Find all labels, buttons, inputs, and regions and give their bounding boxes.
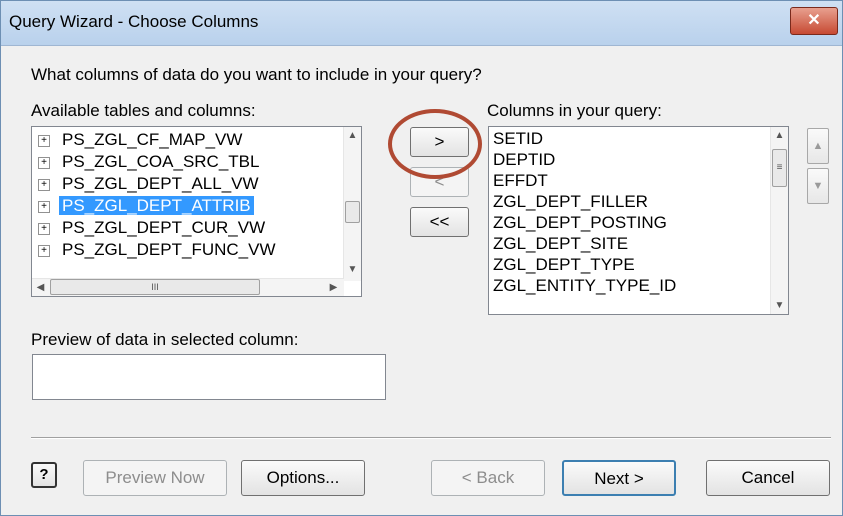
query-column-item[interactable]: ZGL_DEPT_SITE xyxy=(493,233,628,254)
scroll-right-icon[interactable]: ▶ xyxy=(325,279,342,296)
scroll-thumb[interactable]: ≡ xyxy=(772,149,787,187)
table-list-item[interactable]: + PS_ZGL_DEPT_FUNC_VW xyxy=(32,239,279,261)
available-horizontal-scrollbar[interactable]: ◀ III ▶ xyxy=(32,278,344,296)
query-wizard-dialog: Query Wizard - Choose Columns ✕ What col… xyxy=(0,0,843,516)
preview-now-button[interactable]: Preview Now xyxy=(83,460,227,496)
query-column-item[interactable]: EFFDT xyxy=(493,170,548,191)
window-title: Query Wizard - Choose Columns xyxy=(9,12,259,31)
expand-icon[interactable]: + xyxy=(38,244,50,257)
table-name: PS_ZGL_DEPT_ALL_VW xyxy=(62,174,259,193)
query-vertical-scrollbar[interactable]: ▲ ≡ ▼ xyxy=(770,127,788,314)
table-name: PS_ZGL_DEPT_CUR_VW xyxy=(62,218,266,237)
separator xyxy=(31,437,831,439)
move-up-button[interactable]: ▲ xyxy=(807,128,829,164)
next-button[interactable]: Next > xyxy=(562,460,676,496)
query-columns-list[interactable]: SETID DEPTID EFFDT ZGL_DEPT_FILLER ZGL_DEPT_… xyxy=(488,126,789,315)
query-column-item[interactable]: ZGL_DEPT_FILLER xyxy=(493,191,648,212)
preview-field xyxy=(32,354,386,400)
remove-all-columns-button[interactable]: << xyxy=(410,207,469,237)
horizontal-scroll-thumb[interactable]: III xyxy=(50,279,260,295)
prompt-text: What columns of data do you want to incl… xyxy=(31,65,482,84)
scroll-up-icon[interactable]: ▲ xyxy=(344,127,361,144)
scroll-down-icon[interactable]: ▼ xyxy=(771,297,788,314)
scroll-up-icon[interactable]: ▲ xyxy=(771,127,788,144)
table-name: PS_ZGL_DEPT_FUNC_VW xyxy=(62,240,276,259)
query-column-item[interactable]: ZGL_DEPT_TYPE xyxy=(493,254,635,275)
back-button[interactable]: < Back xyxy=(431,460,545,496)
query-column-item[interactable]: DEPTID xyxy=(493,149,555,170)
query-column-item[interactable]: ZGL_DEPT_POSTING xyxy=(493,212,667,233)
close-button[interactable]: ✕ xyxy=(790,7,838,35)
options-button[interactable]: Options... xyxy=(241,460,365,496)
annotation-circle xyxy=(388,109,482,179)
expand-icon[interactable]: + xyxy=(38,178,50,191)
query-column-item[interactable]: ZGL_ENTITY_TYPE_ID xyxy=(493,275,676,296)
table-list-item[interactable]: + PS_ZGL_DEPT_CUR_VW xyxy=(32,217,268,239)
table-list-item[interactable]: + PS_ZGL_CF_MAP_VW xyxy=(32,129,245,151)
move-down-button[interactable]: ▼ xyxy=(807,168,829,204)
table-name: PS_ZGL_CF_MAP_VW xyxy=(62,130,243,149)
table-list-item[interactable]: + PS_ZGL_DEPT_ATTRIB xyxy=(32,195,254,217)
preview-label: Preview of data in selected column: xyxy=(31,330,299,349)
help-button[interactable]: ? xyxy=(31,462,57,488)
available-label: Available tables and columns: xyxy=(31,101,256,120)
table-list-item[interactable]: + PS_ZGL_COA_SRC_TBL xyxy=(32,151,262,173)
scroll-down-icon[interactable]: ▼ xyxy=(344,261,361,278)
query-column-item[interactable]: SETID xyxy=(493,128,543,149)
query-columns-label: Columns in your query: xyxy=(487,101,662,120)
expand-icon[interactable]: + xyxy=(38,222,50,235)
table-list-item[interactable]: + PS_ZGL_DEPT_ALL_VW xyxy=(32,173,262,195)
table-name: PS_ZGL_COA_SRC_TBL xyxy=(62,152,260,171)
expand-icon[interactable]: + xyxy=(38,134,50,147)
title-bar: Query Wizard - Choose Columns ✕ xyxy=(1,1,842,46)
expand-icon[interactable]: + xyxy=(38,156,50,169)
scroll-left-icon[interactable]: ◀ xyxy=(32,279,49,296)
table-name: PS_ZGL_DEPT_ATTRIB xyxy=(59,196,254,215)
scroll-thumb[interactable] xyxy=(345,201,360,223)
expand-icon[interactable]: + xyxy=(38,200,50,213)
cancel-button[interactable]: Cancel xyxy=(706,460,830,496)
available-tables-list[interactable]: + PS_ZGL_CF_MAP_VW + PS_ZGL_COA_SRC_TBL + PS_… xyxy=(31,126,362,297)
available-vertical-scrollbar[interactable]: ▲ ▼ xyxy=(343,127,361,281)
